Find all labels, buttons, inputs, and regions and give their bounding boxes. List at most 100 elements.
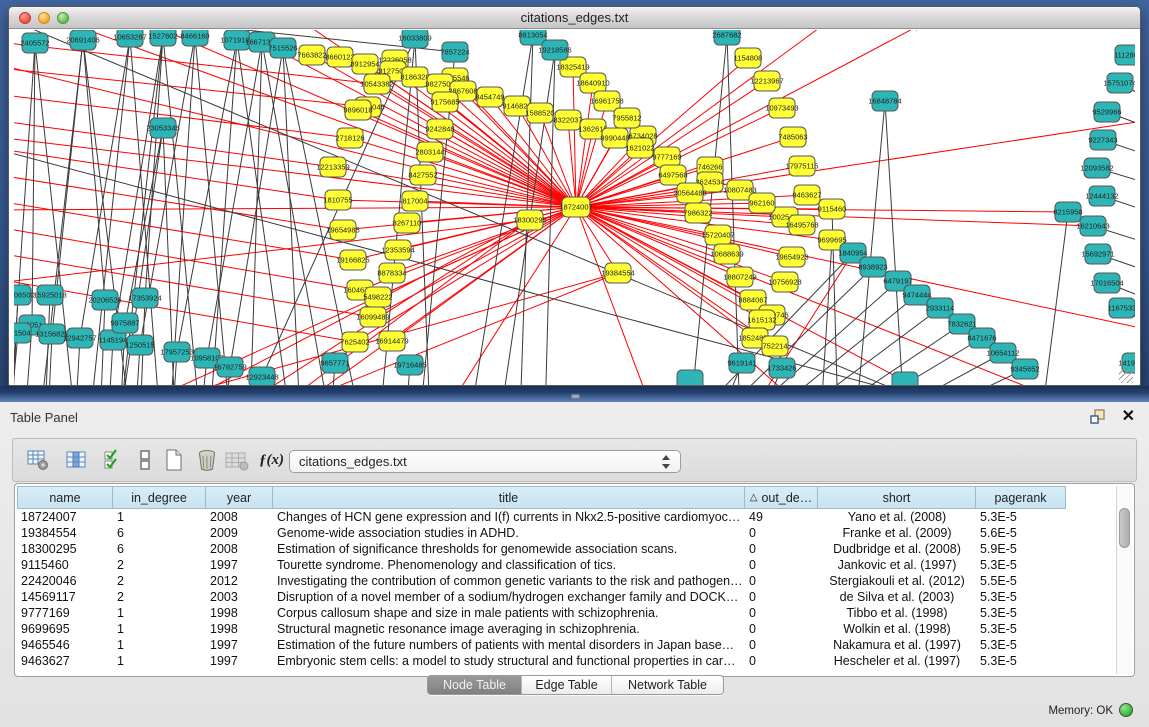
graph-node[interactable]: 20564486: [673, 183, 706, 203]
table-row[interactable]: 2242004622012Investigating the contribut…: [17, 573, 1116, 589]
network-table-selector[interactable]: citations_edges.txt: [289, 450, 681, 473]
column-header-name[interactable]: name: [17, 486, 113, 509]
table-row[interactable]: 969969511998Structural magnetic resonanc…: [17, 621, 1116, 637]
column-header-out_de[interactable]: △out_de…: [745, 486, 818, 509]
graph-node[interactable]: 8466160: [180, 30, 209, 46]
graph-node[interactable]: 7857224: [440, 42, 469, 62]
tab-network-table[interactable]: Network Table: [611, 676, 723, 694]
graph-node[interactable]: 19716485: [393, 355, 426, 375]
column-header-in_degree[interactable]: in_degree: [113, 486, 206, 509]
graph-node[interactable]: 17957253: [160, 342, 193, 362]
table-row[interactable]: 1830029562008Estimation of significance …: [17, 541, 1116, 557]
float-panel-icon[interactable]: [1089, 409, 1107, 425]
graph-node[interactable]: 17016504: [1090, 273, 1123, 293]
show-column-icon[interactable]: [66, 449, 90, 473]
graph-node[interactable]: 10973493: [765, 98, 798, 118]
tab-edge-table[interactable]: Edge Table: [521, 676, 611, 694]
graph-node[interactable]: 2933114: [926, 298, 955, 318]
tab-node-table[interactable]: Node Table: [428, 676, 521, 694]
graph-node[interactable]: 15925018: [33, 285, 66, 305]
graph-node[interactable]: 7625402: [340, 332, 369, 352]
graph-node[interactable]: 12213967: [750, 71, 783, 91]
graph-node[interactable]: 6497568: [658, 165, 687, 185]
graph-node[interactable]: 16848784: [868, 91, 901, 111]
graph-node[interactable]: 1167533: [1108, 298, 1135, 318]
column-header-year[interactable]: year: [206, 486, 273, 509]
graph-node[interactable]: 12093582: [1080, 158, 1113, 178]
delete-table-icon[interactable]: [196, 449, 220, 473]
graph-node[interactable]: 9975887: [110, 313, 139, 333]
graph-node[interactable]: 8427552: [408, 165, 437, 185]
graph-node[interactable]: 962160: [749, 193, 775, 213]
graph-node[interactable]: [677, 370, 703, 385]
graph-node[interactable]: 10688639: [710, 244, 743, 264]
graph-node[interactable]: 18807249: [723, 267, 756, 287]
graph-node[interactable]: 19654923: [775, 247, 808, 267]
graph-node[interactable]: 8878334: [377, 263, 406, 283]
graph-node[interactable]: 15692971: [1081, 244, 1114, 264]
graph-node[interactable]: 9227343: [1088, 130, 1117, 150]
graph-node[interactable]: 12353594: [381, 240, 414, 260]
graph-node[interactable]: 2803144: [415, 142, 444, 162]
new-table-icon[interactable]: [163, 449, 187, 473]
graph-node[interactable]: 1250515: [125, 335, 154, 355]
graph-node[interactable]: 7986322: [683, 203, 712, 223]
graph-node[interactable]: 8267110: [393, 213, 422, 233]
graph-node[interactable]: 9896018: [343, 100, 372, 120]
select-rows-icon[interactable]: [103, 449, 127, 473]
graph-node[interactable]: 17353924: [128, 288, 161, 308]
graph-node[interactable]: 12942757: [63, 328, 96, 348]
graph-node[interactable]: 1621022: [625, 138, 654, 158]
graph-node[interactable]: 15720407: [701, 225, 734, 245]
graph-node[interactable]: 1112804: [1114, 45, 1135, 65]
graph-node[interactable]: 9115460: [818, 199, 847, 219]
table-row[interactable]: 946554611997Estimation of the future num…: [17, 637, 1116, 653]
graph-node[interactable]: 991504: [14, 323, 31, 343]
graph-node[interactable]: 16033809: [398, 30, 431, 48]
network-window-titlebar[interactable]: citations_edges.txt: [9, 7, 1140, 29]
graph-node[interactable]: 16782759: [213, 357, 246, 377]
graph-node[interactable]: 7515526: [268, 38, 297, 58]
graph-node[interactable]: 8938923: [858, 257, 887, 277]
graph-node[interactable]: 1733426: [767, 358, 796, 378]
table-row[interactable]: 1938455462009Genome-wide association stu…: [17, 525, 1116, 541]
graph-node[interactable]: 20691406: [66, 30, 99, 50]
graph-node[interactable]: 12923448: [245, 367, 278, 385]
graph-node[interactable]: 10543382: [360, 74, 393, 94]
graph-node[interactable]: 17975115: [786, 156, 819, 176]
graph-node[interactable]: 10756928: [768, 272, 801, 292]
vertical-scrollbar[interactable]: [1116, 486, 1132, 674]
graph-node[interactable]: 817004: [402, 191, 428, 211]
graph-node[interactable]: 16099489: [356, 307, 389, 327]
graph-node[interactable]: 8912954: [350, 54, 379, 74]
graph-node[interactable]: 19218586: [538, 40, 571, 60]
column-header-short[interactable]: short: [818, 486, 976, 509]
table-row[interactable]: 1456911722003Disruption of a novel membe…: [17, 589, 1116, 605]
graph-hub-node[interactable]: 18724007: [559, 197, 592, 217]
graph-node[interactable]: 1527602: [148, 30, 177, 46]
graph-node[interactable]: 18640910: [576, 73, 609, 93]
graph-node[interactable]: 8215958: [1053, 202, 1082, 222]
graph-node[interactable]: 7955812: [612, 108, 641, 128]
graph-node[interactable]: 26206500: [14, 285, 35, 305]
graph-node[interactable]: 1615132: [747, 310, 776, 330]
graph-node[interactable]: 1588520: [525, 103, 554, 123]
scrollbar-thumb[interactable]: [1119, 508, 1130, 548]
graph-node[interactable]: 16495768: [785, 215, 818, 235]
graph-node[interactable]: 7663822: [297, 45, 326, 65]
graph-node[interactable]: 10653287: [113, 30, 146, 47]
panel-splitter-handle[interactable]: [571, 394, 580, 399]
table-settings-icon[interactable]: [27, 449, 51, 473]
window-resize-grip[interactable]: [1119, 369, 1133, 383]
remove-column-icon[interactable]: [225, 449, 249, 473]
column-header-title[interactable]: title: [273, 486, 745, 509]
graph-node[interactable]: 9529966: [1092, 102, 1121, 122]
graph-node[interactable]: 20206526: [88, 290, 121, 310]
graph-node[interactable]: 9657771: [320, 353, 349, 373]
table-row[interactable]: 911546021997Tourette syndrome. Phenomeno…: [17, 557, 1116, 573]
graph-node[interactable]: 23053346: [146, 118, 179, 138]
graph-node[interactable]: 19654985: [326, 220, 359, 240]
table-row[interactable]: 1872400712008Changes of HCN gene express…: [17, 509, 1116, 525]
graph-node[interactable]: 12213359: [316, 157, 349, 177]
graph-node[interactable]: 9345652: [1010, 359, 1039, 379]
